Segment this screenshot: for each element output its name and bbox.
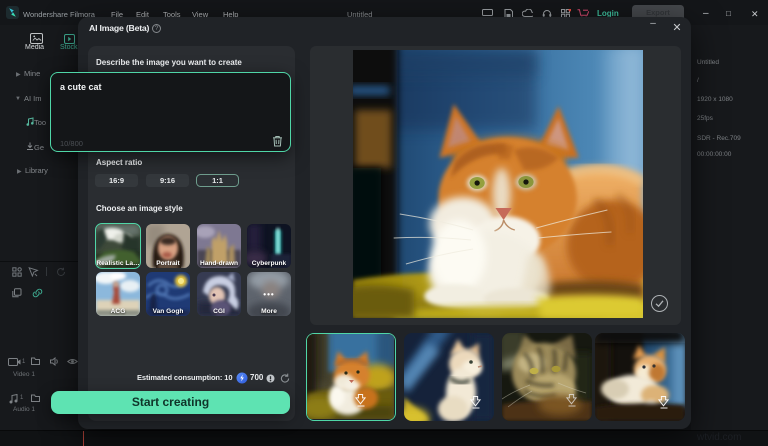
- svg-text:•••: •••: [263, 290, 274, 299]
